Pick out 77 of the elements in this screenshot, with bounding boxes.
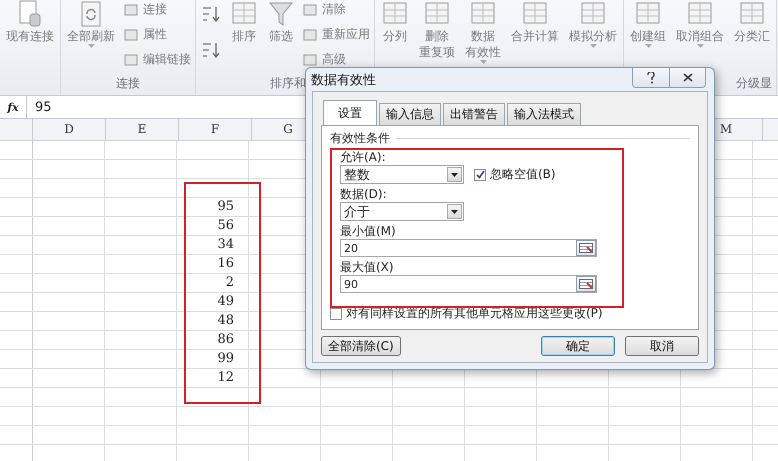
tab[interactable]: 设置 [323, 100, 377, 126]
column-header[interactable]: F [179, 119, 252, 140]
range-select-button[interactable] [576, 276, 596, 292]
column-header[interactable]: D [33, 119, 106, 140]
table-cell: 2 [177, 274, 249, 292]
formula-value[interactable]: 95 [27, 100, 52, 114]
dialog-title: 数据有效性 [311, 72, 376, 88]
range-select-icon [579, 243, 593, 253]
ribbon-small-button[interactable]: 编辑链接 [123, 50, 191, 69]
field-label: 允许(A): [340, 150, 386, 164]
dropdown-arrow-icon [451, 172, 458, 176]
column-header[interactable]: E [106, 119, 179, 140]
field-label: 最小值(M) [340, 224, 396, 238]
dropdown-arrow-icon [451, 210, 458, 214]
range-select-button[interactable] [576, 240, 596, 256]
ribbon-small-button[interactable]: 连接 [123, 0, 191, 19]
small-tool-icon [123, 26, 139, 42]
function-icon[interactable]: fx [7, 100, 19, 114]
check-icon [476, 170, 484, 179]
ribbon-button[interactable]: 合并计算 [509, 0, 561, 44]
sort-icon[interactable] [200, 40, 222, 60]
ribbon-button[interactable]: 分类汇 [732, 0, 772, 44]
dropdown-field[interactable]: 介于 [340, 202, 464, 221]
ribbon-button[interactable]: 排序 [228, 0, 260, 44]
small-tool-icon [302, 2, 318, 18]
table-cell: 56 [177, 217, 249, 235]
close-icon [682, 73, 692, 82]
dialog-button[interactable]: 取消 [625, 336, 699, 356]
checkbox[interactable] [474, 168, 486, 180]
small-tool-icon [302, 52, 318, 68]
ribbon-button[interactable]: 模拟分析 [567, 0, 619, 48]
table-cell: 49 [177, 293, 249, 311]
small-tool-icon [302, 26, 318, 42]
dialog-button[interactable]: 确定 [541, 336, 615, 356]
section-title: 有效性条件 [330, 130, 390, 147]
close-button[interactable] [669, 68, 705, 87]
table-cell: 95 [177, 198, 249, 216]
group-label: 排序和 [270, 75, 306, 92]
help-icon [647, 72, 655, 84]
group-label: 分级显 [736, 75, 772, 92]
small-tool-icon [123, 2, 139, 18]
checkbox-option[interactable]: 忽略空值(B) [474, 166, 556, 183]
ribbon-button[interactable]: 删除 重复项 [417, 0, 457, 60]
ribbon-button[interactable]: 数据 有效性 [463, 0, 503, 64]
clear-all-button[interactable]: 全部清除(C) [321, 336, 401, 356]
table-cell: 48 [177, 312, 249, 330]
input-field[interactable]: 20 [340, 239, 597, 257]
table-cell: 16 [177, 255, 249, 273]
tab[interactable]: 输入法模式 [507, 103, 581, 126]
table-cell: 99 [177, 350, 249, 368]
help-button[interactable] [633, 68, 669, 87]
ribbon-button[interactable]: 取消组合 [674, 0, 726, 48]
dropdown-field[interactable]: 整数 [340, 165, 464, 184]
sort-icon[interactable] [200, 4, 222, 24]
field-label: 数据(D): [340, 187, 387, 201]
small-tool-icon [123, 52, 139, 68]
table-cell: 86 [177, 331, 249, 349]
ribbon-button[interactable]: 分列 [379, 0, 411, 44]
tab[interactable]: 出错警告 [443, 103, 505, 126]
table-cell: 34 [177, 236, 249, 254]
ribbon-small-button[interactable]: 清除 [302, 0, 370, 19]
checkbox[interactable] [330, 308, 342, 320]
ribbon-small-button[interactable]: 属性 [123, 25, 191, 44]
ribbon-button[interactable]: 筛选 [266, 0, 296, 44]
ribbon-small-button[interactable]: 重新应用 [302, 25, 370, 44]
ribbon-button[interactable]: 现有连接 [4, 0, 56, 44]
field-label: 最大值(X) [340, 260, 394, 274]
tab[interactable]: 输入信息 [379, 103, 441, 126]
ribbon-small-button[interactable]: 高级 [302, 50, 370, 69]
refresh-icon [79, 0, 103, 28]
range-select-icon [579, 279, 593, 289]
input-field[interactable]: 90 [340, 275, 597, 293]
funnel-icon [268, 0, 294, 28]
ribbon-button[interactable]: 创建组 [628, 0, 668, 48]
ribbon-button[interactable]: 全部刷新 [65, 0, 117, 48]
table-cell: 12 [177, 369, 249, 387]
group-label: 连接 [116, 75, 140, 92]
